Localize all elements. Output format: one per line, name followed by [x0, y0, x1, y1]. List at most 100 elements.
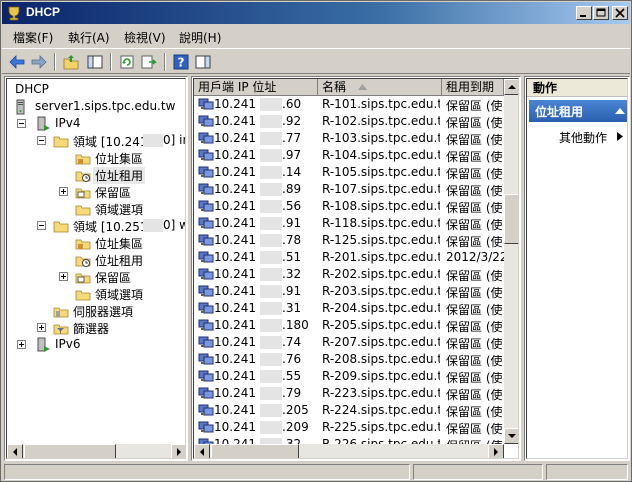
server-options-icon [53, 307, 69, 318]
collapse-toggle[interactable] [37, 136, 46, 145]
show-hide-tree-icon[interactable] [86, 53, 104, 71]
tree-label: 保留區 [95, 186, 132, 200]
server-icon [16, 99, 25, 115]
tree-label: 保留區 [95, 271, 132, 285]
tree-label: 位址租用 [95, 254, 144, 268]
network-icon [37, 337, 50, 352]
menu-help[interactable]: 說明(H) [179, 29, 221, 46]
lease-row[interactable]: 10.241 .56 R-108.sips.tpc.edu.tw 保留區 (使 [194, 198, 504, 215]
lease-row[interactable]: 10.241 .89 R-107.sips.tpc.edu.tw 保留區 (使 [194, 181, 504, 198]
refresh-icon[interactable] [118, 53, 136, 71]
scroll-left-button[interactable] [194, 444, 210, 458]
client-ip-tail-cell: .74 [282, 335, 302, 349]
menu-bar: 檔案(F) 執行(A) 檢視(V) 說明(H) [2, 25, 630, 47]
lease-row[interactable]: 10.241 .60 R-101.sips.tpc.edu.tw 保留區 (使 [194, 96, 504, 113]
export-list-icon[interactable] [140, 53, 158, 71]
lease-row[interactable]: 10.241 .97 R-104.sips.tpc.edu.tw 保留區 (使 [194, 147, 504, 164]
action-more-actions[interactable]: 其他動作 [559, 129, 623, 146]
scroll-up-button[interactable] [504, 79, 518, 95]
lease-row[interactable]: 10.241 .77 R-103.sips.tpc.edu.tw 保留區 (使 [194, 130, 504, 147]
minimize-icon [580, 15, 586, 17]
column-header-client-ip[interactable]: 用戶端 IP 位址 [194, 79, 318, 96]
tree-item-scope-1[interactable]: 領域 [10.241. 0] int [13, 132, 185, 149]
tree-horizontal-scrollbar[interactable] [7, 444, 185, 458]
lease-row[interactable]: 10.241 .74 R-207.sips.tpc.edu.tw 保留區 (使 [194, 334, 504, 351]
lease-row[interactable]: 10.241 .91 R-203.sips.tpc.edu.tw 保留區 (使 [194, 283, 504, 300]
lease-row[interactable]: 10.241 .32 R-202.sips.tpc.edu.tw 保留區 (使 [194, 266, 504, 283]
svg-text:?: ? [178, 56, 185, 70]
title-bar: DHCP [2, 2, 630, 24]
show-hide-action-pane-icon[interactable] [194, 53, 212, 71]
expand-toggle[interactable] [37, 323, 46, 332]
name-cell: R-104.sips.tpc.edu.tw [322, 148, 440, 162]
lease-expiration-cell: 2012/3/22 [446, 250, 504, 264]
redacted-block [260, 98, 282, 111]
lease-row[interactable]: 10.241 .79 R-223.sips.tpc.edu.tw 保留區 (使 [194, 385, 504, 402]
scroll-thumb[interactable] [211, 444, 299, 458]
lease-icon [198, 249, 214, 265]
lease-icon [198, 283, 214, 299]
scroll-right-button[interactable] [171, 444, 185, 458]
expand-toggle[interactable] [59, 187, 68, 196]
expand-toggle[interactable] [17, 340, 26, 349]
lease-row[interactable]: 10.241 .55 R-209.sips.tpc.edu.tw 保留區 (使 [194, 368, 504, 385]
tree-item-scope-2[interactable]: 領域 [10.251. 0] wlc [13, 217, 185, 234]
lease-row[interactable]: 10.241 .209 R-225.sips.tpc.edu.tw 保留區 (使 [194, 419, 504, 436]
lease-row[interactable]: 10.241 .91 R-118.sips.tpc.edu.tw 保留區 (使 [194, 215, 504, 232]
help-icon[interactable]: ? [172, 53, 190, 71]
lease-row[interactable]: 10.241 .180 R-205.sips.tpc.edu.tw 保留區 (使 [194, 317, 504, 334]
tree-label-tail: 0] wlc [163, 218, 185, 232]
scroll-thumb[interactable] [24, 444, 116, 458]
up-folder-icon[interactable] [62, 53, 80, 71]
lease-expiration-cell: 保留區 (使 [446, 320, 503, 334]
redacted-block [143, 134, 163, 147]
lease-row[interactable]: 10.241 .51 R-201.sips.tpc.edu.tw 2012/3/22 [194, 249, 504, 266]
lease-icon [198, 385, 214, 401]
column-header-name[interactable]: 名稱 [318, 79, 442, 96]
scroll-thumb[interactable] [504, 194, 518, 244]
lease-row[interactable]: 10.241 .14 R-105.sips.tpc.edu.tw 保留區 (使 [194, 164, 504, 181]
expand-toggle[interactable] [59, 272, 68, 281]
back-arrow-icon[interactable] [8, 53, 26, 71]
collapse-toggle[interactable] [17, 119, 26, 128]
client-ip-tail-cell: .55 [282, 369, 302, 383]
forward-arrow-icon[interactable] [30, 53, 48, 71]
lease-row[interactable]: 10.241 .76 R-208.sips.tpc.edu.tw 保留區 (使 [194, 351, 504, 368]
name-cell: R-201.sips.tpc.edu.tw [322, 250, 440, 264]
close-icon [615, 8, 625, 18]
lease-expiration-cell: 保留區 (使 [446, 133, 503, 147]
minimize-button[interactable] [576, 6, 592, 20]
arrow-right-icon [494, 448, 498, 456]
menu-file[interactable]: 檔案(F) [13, 29, 53, 46]
action-section-address-leases[interactable]: 位址租用 [529, 100, 627, 122]
list-horizontal-scrollbar[interactable] [194, 444, 504, 458]
action-pane-header: 動作 [527, 79, 627, 97]
scroll-left-button[interactable] [7, 444, 23, 458]
list-vertical-scrollbar[interactable] [504, 79, 518, 444]
action-section-label: 位址租用 [535, 105, 584, 119]
lease-row[interactable]: 10.241 .205 R-224.sips.tpc.edu.tw 保留區 (使 [194, 402, 504, 419]
client-ip-cell: 10.241 [214, 199, 256, 213]
toolbar: ? [2, 48, 630, 74]
redacted-block [260, 251, 282, 264]
menu-view[interactable]: 檢視(V) [124, 29, 166, 46]
maximize-button[interactable] [593, 6, 609, 20]
name-cell: R-107.sips.tpc.edu.tw [322, 182, 440, 196]
menu-action[interactable]: 執行(A) [68, 29, 110, 46]
lease-row[interactable]: 10.241 .92 R-102.sips.tpc.edu.tw 保留區 (使 [194, 113, 504, 130]
address-pool-icon [75, 239, 91, 250]
reservations-icon [75, 273, 91, 284]
tree-label: IPv4 [55, 116, 81, 130]
client-ip-cell: 10.241 [214, 386, 256, 400]
client-ip-cell: 10.241 [214, 267, 256, 281]
collapse-toggle[interactable] [37, 221, 46, 230]
action-item-label: 其他動作 [559, 131, 608, 145]
close-button[interactable] [612, 6, 628, 20]
lease-row[interactable]: 10.241 .31 R-204.sips.tpc.edu.tw 保留區 (使 [194, 300, 504, 317]
client-ip-cell: 10.241 [214, 420, 256, 434]
scroll-right-button[interactable] [488, 444, 504, 458]
scroll-down-button[interactable] [504, 428, 518, 444]
lease-row[interactable]: 10.241 .78 R-125.sips.tpc.edu.tw 保留區 (使 [194, 232, 504, 249]
column-header-lease-expiration[interactable]: 租用到期 [442, 79, 504, 96]
lease-icon [198, 130, 214, 146]
